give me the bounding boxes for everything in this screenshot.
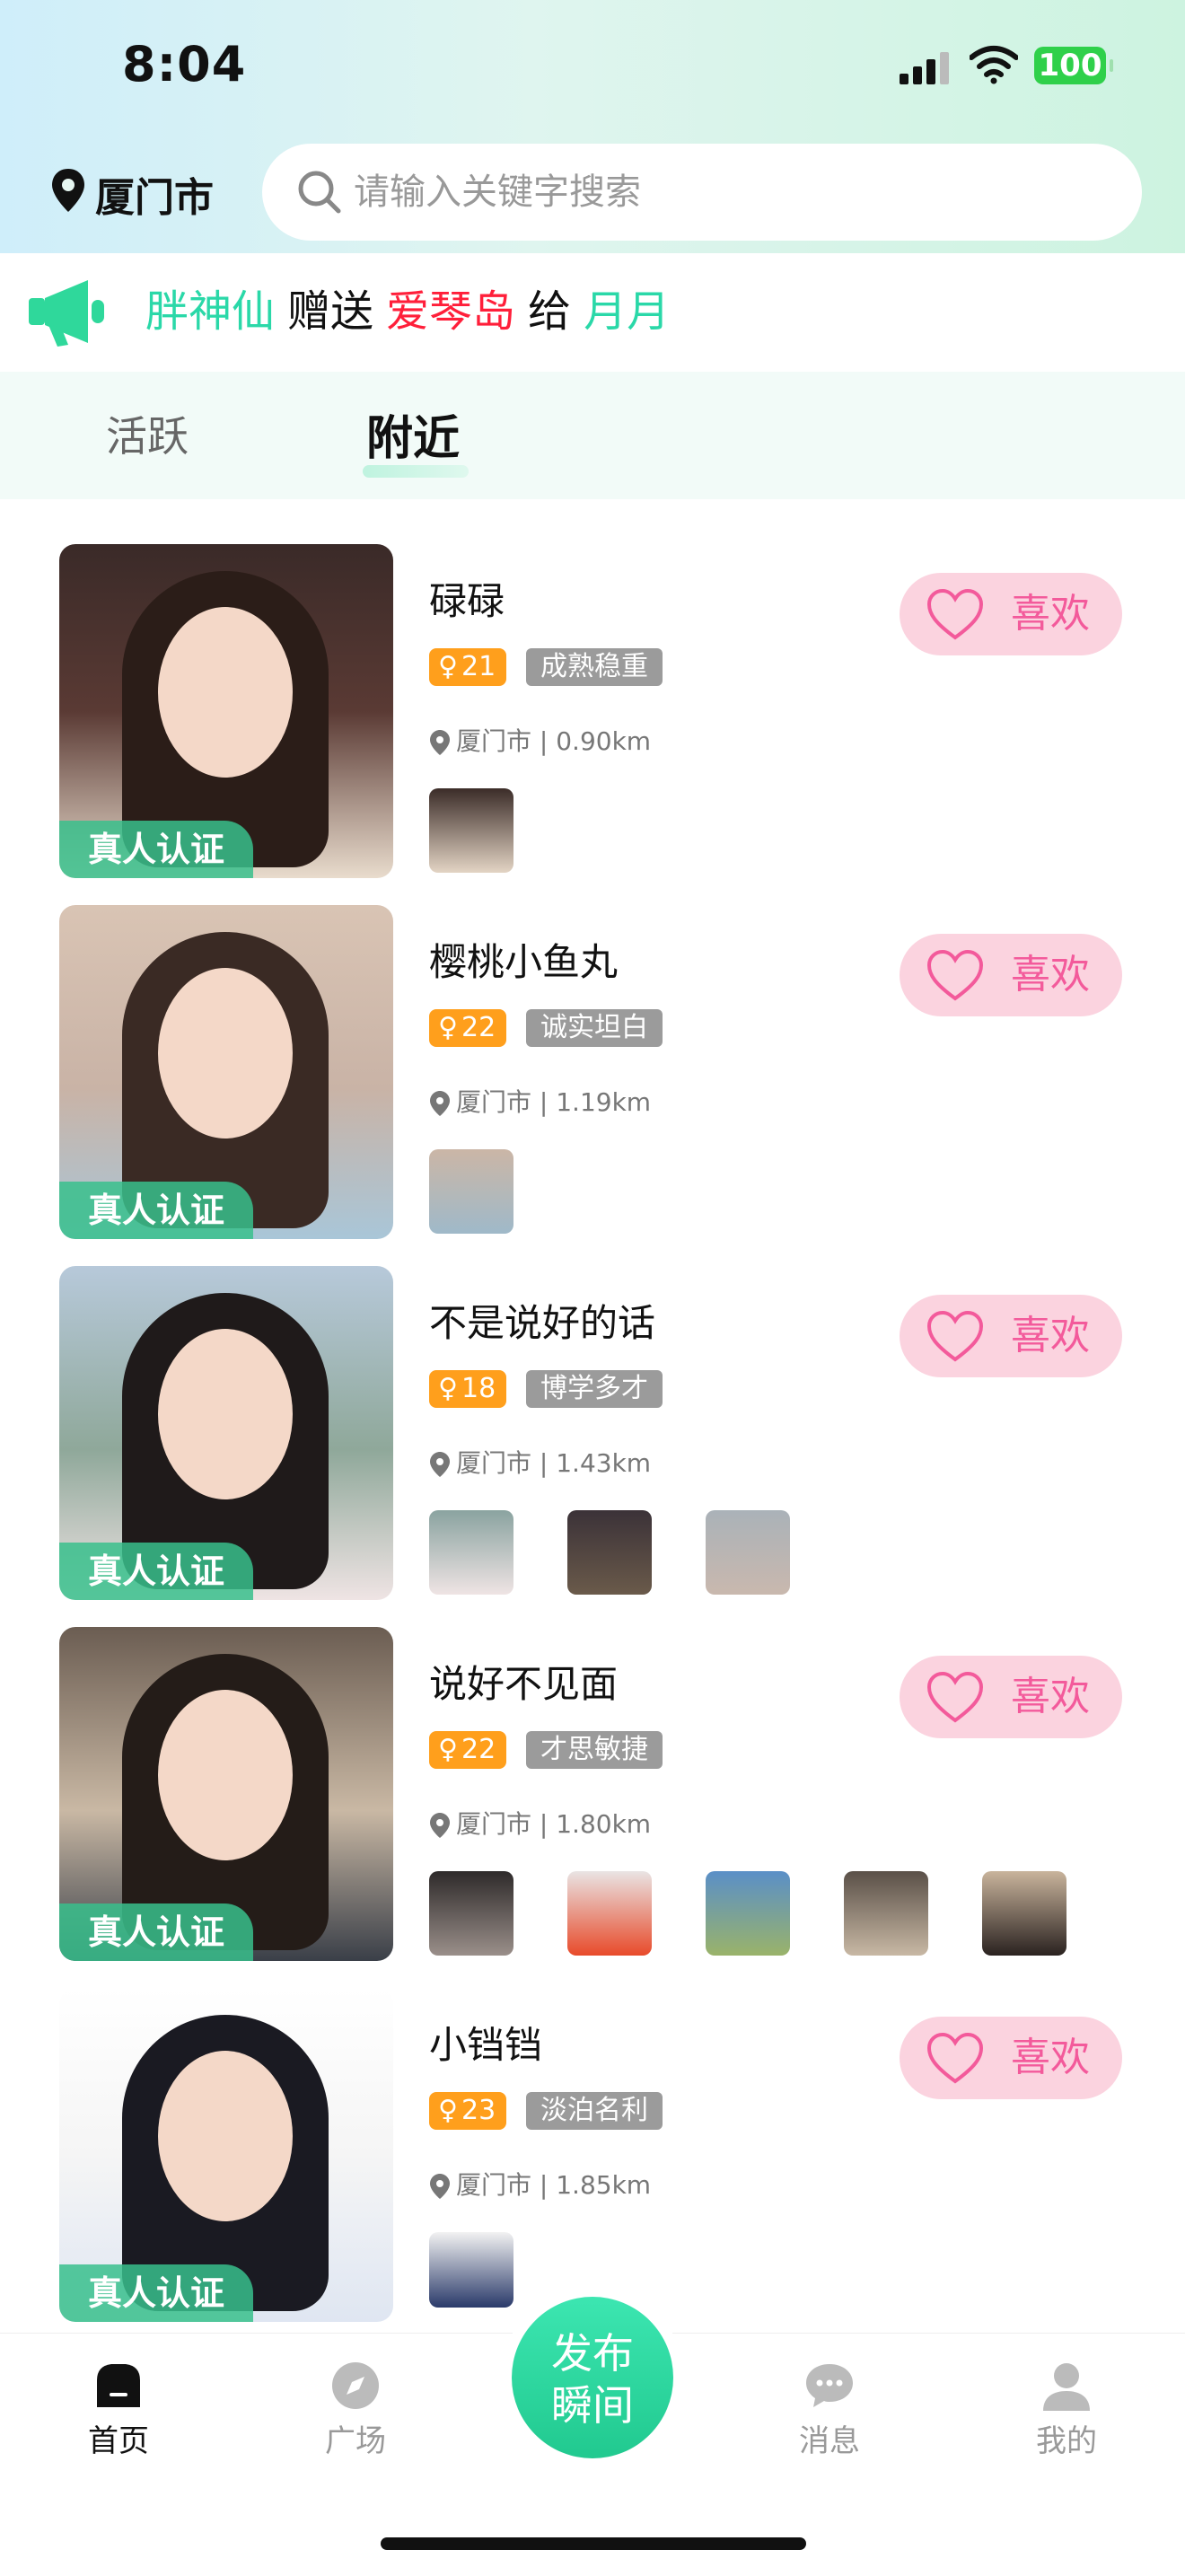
- search-icon: [298, 171, 341, 214]
- female-icon: ♀: [438, 2095, 458, 2126]
- gift-announcement-bar: 胖神仙 赠送 爱琴岛给月月: [0, 253, 1185, 372]
- age-badge: ♀ 23: [429, 2092, 507, 2130]
- user-photo[interactable]: 真人认证: [59, 905, 393, 1239]
- like-label: 喜欢: [1011, 952, 1090, 998]
- wifi-icon: [970, 46, 1018, 84]
- heart-icon: [926, 2032, 984, 2084]
- user-card[interactable]: 真人认证 不是说好的话 ♀ 18 博学多才 厦门市 | 1.43km 喜欢: [0, 1221, 1185, 1600]
- verified-badge: 真人认证: [59, 2264, 253, 2322]
- location-pin-icon: [430, 1452, 450, 1477]
- location-pin-icon[interactable]: [50, 167, 86, 214]
- like-label: 喜欢: [1011, 2035, 1090, 2080]
- heart-icon: [926, 949, 984, 1001]
- like-button[interactable]: 喜欢: [900, 934, 1122, 1016]
- nav-mine-label: 我的: [1036, 2423, 1097, 2459]
- tab-active-users[interactable]: 活跃: [106, 404, 189, 463]
- user-photo[interactable]: 真人认证: [59, 544, 393, 878]
- publish-moment-button[interactable]: 发布瞬间: [512, 2297, 673, 2458]
- like-button[interactable]: 喜欢: [900, 573, 1122, 655]
- gift-sender[interactable]: 胖神仙: [145, 286, 275, 337]
- female-icon: ♀: [438, 1012, 458, 1043]
- search-input[interactable]: 请输入关键字搜索: [262, 144, 1142, 241]
- user-name[interactable]: 小铛铛: [429, 2015, 542, 2070]
- trait-tag: 博学多才: [526, 1370, 663, 1408]
- gift-receiver[interactable]: 月月: [584, 286, 670, 337]
- distance-info: 厦门市 | 1.19km: [429, 1083, 651, 1119]
- cellular-signal-icon: [900, 52, 950, 84]
- user-photo[interactable]: 真人认证: [59, 1988, 393, 2322]
- gift-to: 给: [528, 286, 572, 337]
- user-card[interactable]: 真人认证 说好不见面 ♀ 22 才思敏捷 厦门市 | 1.80km 喜欢: [0, 1582, 1185, 1961]
- like-label: 喜欢: [1011, 1674, 1090, 1719]
- female-icon: ♀: [438, 1734, 458, 1765]
- publish-label: 发布瞬间: [551, 2329, 634, 2430]
- user-profile-icon: [1043, 2363, 1090, 2411]
- gift-item: 爱琴岛: [386, 286, 516, 337]
- like-button[interactable]: 喜欢: [900, 2017, 1122, 2099]
- distance-info: 厦门市 | 1.43km: [429, 1444, 651, 1480]
- user-name[interactable]: 樱桃小鱼丸: [429, 932, 618, 987]
- female-icon: ♀: [438, 1373, 458, 1404]
- heart-icon: [926, 588, 984, 640]
- home-indicator: [381, 2537, 806, 2550]
- age-badge: ♀ 22: [429, 1731, 507, 1769]
- battery-indicator: 100: [1034, 47, 1113, 84]
- user-card[interactable]: 真人认证 小铛铛 ♀ 23 淡泊名利 厦门市 | 1.85km 喜欢: [0, 1943, 1185, 2322]
- age-badge: ♀ 22: [429, 1009, 507, 1047]
- distance-info: 厦门市 | 1.80km: [429, 1805, 651, 1841]
- location-pin-icon: [430, 1813, 450, 1838]
- location-pin-icon: [430, 2174, 450, 2199]
- user-name[interactable]: 不是说好的话: [429, 1293, 655, 1348]
- nav-home-label: 首页: [88, 2423, 149, 2459]
- heart-icon: [926, 1671, 984, 1723]
- trait-tag: 成熟稳重: [526, 648, 663, 686]
- like-button[interactable]: 喜欢: [900, 1295, 1122, 1377]
- trait-tag: 淡泊名利: [526, 2092, 663, 2130]
- user-card[interactable]: 真人认证 樱桃小鱼丸 ♀ 22 诚实坦白 厦门市 | 1.19km 喜欢: [0, 860, 1185, 1239]
- trait-tag: 诚实坦白: [526, 1009, 663, 1047]
- thumbnail-photo[interactable]: [429, 2232, 514, 2308]
- user-name[interactable]: 说好不见面: [429, 1654, 618, 1709]
- age-badge: ♀ 18: [429, 1370, 507, 1408]
- female-icon: ♀: [438, 651, 458, 682]
- home-icon: [97, 2364, 140, 2407]
- like-button[interactable]: 喜欢: [900, 1656, 1122, 1738]
- current-city[interactable]: 厦门市: [95, 165, 214, 223]
- compass-icon: [332, 2362, 379, 2409]
- tab-nearby[interactable]: 附近: [366, 400, 460, 468]
- like-label: 喜欢: [1011, 1313, 1090, 1358]
- user-list: 真人认证 碌碌 ♀ 21 成熟稳重 厦门市 | 0.90km 喜欢 真人认证 樱桃…: [0, 499, 1185, 2333]
- heart-icon: [926, 1310, 984, 1362]
- tab-bar: 活跃 附近: [0, 372, 1185, 499]
- age-badge: ♀ 21: [429, 648, 507, 686]
- trait-tag: 才思敏捷: [526, 1731, 663, 1769]
- chat-bubble-icon: [806, 2364, 853, 2407]
- gift-verb: 赠送: [287, 286, 374, 337]
- location-pin-icon: [430, 730, 450, 755]
- status-time: 8:04: [122, 36, 247, 92]
- user-name[interactable]: 碌碌: [429, 571, 505, 626]
- user-photo[interactable]: 真人认证: [59, 1266, 393, 1600]
- distance-info: 厦门市 | 1.85km: [429, 2166, 651, 2202]
- location-pin-icon: [430, 1091, 450, 1116]
- like-label: 喜欢: [1011, 591, 1090, 637]
- user-photo[interactable]: 真人认证: [59, 1627, 393, 1961]
- distance-info: 厦门市 | 0.90km: [429, 722, 651, 758]
- user-card[interactable]: 真人认证 碌碌 ♀ 21 成熟稳重 厦门市 | 0.90km 喜欢: [0, 499, 1185, 878]
- search-placeholder: 请输入关键字搜索: [354, 171, 641, 213]
- gift-message: 胖神仙 赠送 爱琴岛给月月: [145, 280, 682, 343]
- nav-messages-label: 消息: [799, 2423, 860, 2459]
- nav-plaza-label: 广场: [325, 2423, 386, 2459]
- megaphone-icon: [29, 280, 104, 347]
